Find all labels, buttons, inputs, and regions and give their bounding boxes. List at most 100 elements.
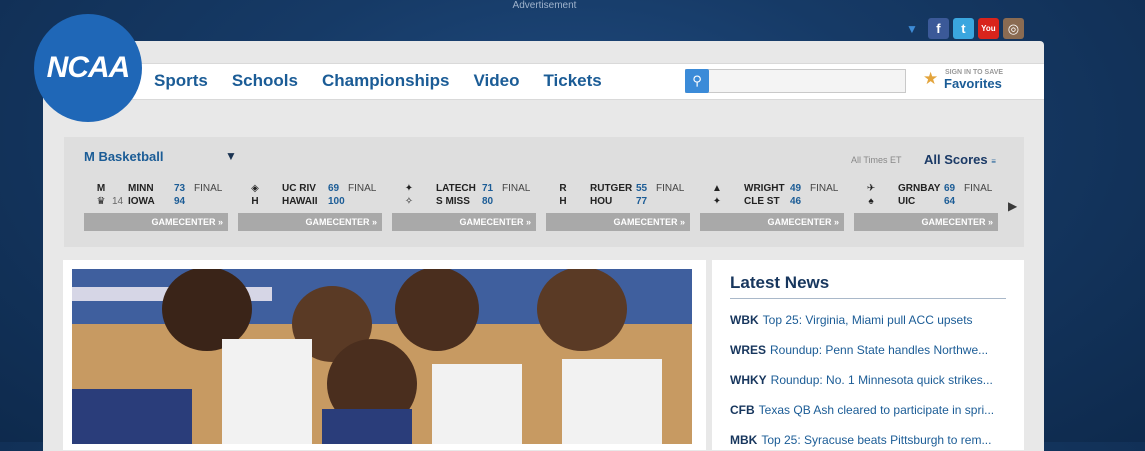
nav-sports[interactable]: Sports [154,71,208,91]
team-name: HAWAII [282,196,318,207]
latest-news-title: Latest News [730,273,830,292]
team-row: M MINN 73 FINAL [84,183,228,196]
news-sport-tag: WHKY [730,373,767,387]
team-logo-icon: ◈ [251,183,259,194]
dropdown-arrow-icon[interactable]: ▼ [906,22,918,36]
team-row: H HAWAII 100 [238,196,382,209]
team-logo-icon: ▲ [712,183,722,194]
game-status: FINAL [810,183,839,194]
team-score: 94 [174,196,186,207]
score-card[interactable]: ▲ WRIGHT 49 FINAL ✦ CLE ST 46 GAMECENTER » [700,177,844,233]
game-status: FINAL [656,183,685,194]
news-headline[interactable]: Top 25: Virginia, Miami pull ACC upsets [763,313,973,327]
team-score: 69 [944,183,956,194]
nav-video[interactable]: Video [473,71,519,91]
team-logo-icon: H [251,196,259,207]
facebook-icon[interactable]: f [927,18,949,39]
sport-selector[interactable]: M Basketball [84,149,163,164]
scoreboard: M Basketball ▼ All Times ET All Scores ≡… [64,137,1024,247]
team-name: GRNBAY [898,183,941,194]
team-logo-icon: ♛ [96,196,106,207]
chevron-down-icon[interactable]: ▼ [225,149,237,163]
team-name: HOU [590,196,613,207]
news-headline[interactable]: Top 25: Syracuse beats Pittsburgh to rem… [761,433,991,447]
timezone-note: All Times ET [851,155,902,165]
news-sport-tag: WRES [730,343,766,357]
team-score: 46 [790,196,802,207]
gamecenter-button[interactable]: GAMECENTER » [392,213,536,231]
team-row: ♛ 14 IOWA 94 [84,196,228,209]
main-nav: Sports Schools Championships Video Ticke… [154,71,626,91]
team-logo-icon: ✈ [866,183,876,194]
all-scores-link[interactable]: All Scores ≡ [924,152,996,167]
news-headline[interactable]: Texas QB Ash cleared to participate in s… [759,403,994,417]
news-sport-tag: MBK [730,433,758,447]
instagram-icon[interactable]: ◎ [1002,18,1024,39]
score-card[interactable]: ✦ LATECH 71 FINAL ✧ S MISS 80 GAMECENTER » [392,177,536,233]
score-card[interactable]: ✈ GRNBAY 69 FINAL ♠ UIC 64 GAMECENTER » [854,177,998,233]
game-status: FINAL [502,183,531,194]
gamecenter-button[interactable]: GAMECENTER » [238,213,382,231]
team-row: ✦ CLE ST 46 [700,196,844,209]
team-rank: 14 [112,196,124,207]
gamecenter-button[interactable]: GAMECENTER » [700,213,844,231]
game-status: FINAL [348,183,377,194]
news-item[interactable]: CFB Texas QB Ash cleared to participate i… [730,403,1010,417]
twitter-icon[interactable]: t [952,18,974,39]
team-row: ♠ UIC 64 [854,196,998,209]
advertisement-label: Advertisement [512,0,577,11]
team-name: UC RIV [282,183,316,194]
nav-schools[interactable]: Schools [232,71,298,91]
team-row: ✧ S MISS 80 [392,196,536,209]
news-item[interactable]: WHKY Roundup: No. 1 Minnesota quick strik… [730,373,1010,387]
team-logo-icon: ✦ [712,196,722,207]
news-item[interactable]: WBK Top 25: Virginia, Miami pull ACC upse… [730,313,1010,327]
team-logo-icon: H [559,196,567,207]
gamecenter-button[interactable]: GAMECENTER » [546,213,690,231]
game-status: FINAL [964,183,993,194]
team-score: 71 [482,183,494,194]
news-item[interactable]: WRES Roundup: Penn State handles Northwe.… [730,343,1010,357]
gamecenter-button[interactable]: GAMECENTER » [84,213,228,231]
gamecenter-button[interactable]: GAMECENTER » [854,213,998,231]
team-score: 100 [328,196,345,207]
ncaa-logo[interactable]: NCAA [34,14,142,122]
team-score: 64 [944,196,956,207]
team-score: 73 [174,183,186,194]
team-score: 77 [636,196,648,207]
score-card[interactable]: M MINN 73 FINAL ♛ 14 IOWA 94 GAMECENTER » [84,177,228,233]
team-name: IOWA [128,196,155,207]
team-name: UIC [898,196,916,207]
team-score: 49 [790,183,802,194]
next-arrow-icon[interactable]: ▶ [1008,199,1017,213]
latest-news-panel: Latest News WBK Top 25: Virginia, Miami p… [712,260,1024,450]
team-logo-icon: ✦ [404,183,414,194]
social-links: ▼ f t You ◎ [906,18,1024,39]
featured-story[interactable] [63,260,706,450]
team-row: ▲ WRIGHT 49 FINAL [700,183,844,196]
nav-championships[interactable]: Championships [322,71,450,91]
team-name: MINN [128,183,154,194]
score-card[interactable]: R RUTGER 55 FINAL H HOU 77 GAMECENTER » [546,177,690,233]
score-card[interactable]: ◈ UC RIV 69 FINAL H HAWAII 100 GAMECENTER » [238,177,382,233]
featured-photo[interactable] [72,269,692,444]
team-row: ✈ GRNBAY 69 FINAL [854,183,998,196]
search-input[interactable]: ⚲ [685,69,906,93]
team-name: LATECH [436,183,476,194]
news-headline[interactable]: Roundup: No. 1 Minnesota quick strikes..… [771,373,993,387]
search-icon[interactable]: ⚲ [685,69,709,93]
news-item[interactable]: MBK Top 25: Syracuse beats Pittsburgh to … [730,433,1010,447]
team-name: CLE ST [744,196,780,207]
team-logo-icon: M [96,183,106,194]
team-name: RUTGER [590,183,633,194]
youtube-icon[interactable]: You [977,18,999,39]
team-row: R RUTGER 55 FINAL [546,183,690,196]
game-status: FINAL [194,183,223,194]
nav-tickets[interactable]: Tickets [543,71,601,91]
team-row: ◈ UC RIV 69 FINAL [238,183,382,196]
news-headline[interactable]: Roundup: Penn State handles Northwe... [770,343,988,357]
team-logo-icon: ✧ [404,196,414,207]
team-name: S MISS [436,196,470,207]
news-sport-tag: CFB [730,403,755,417]
team-score: 55 [636,183,648,194]
